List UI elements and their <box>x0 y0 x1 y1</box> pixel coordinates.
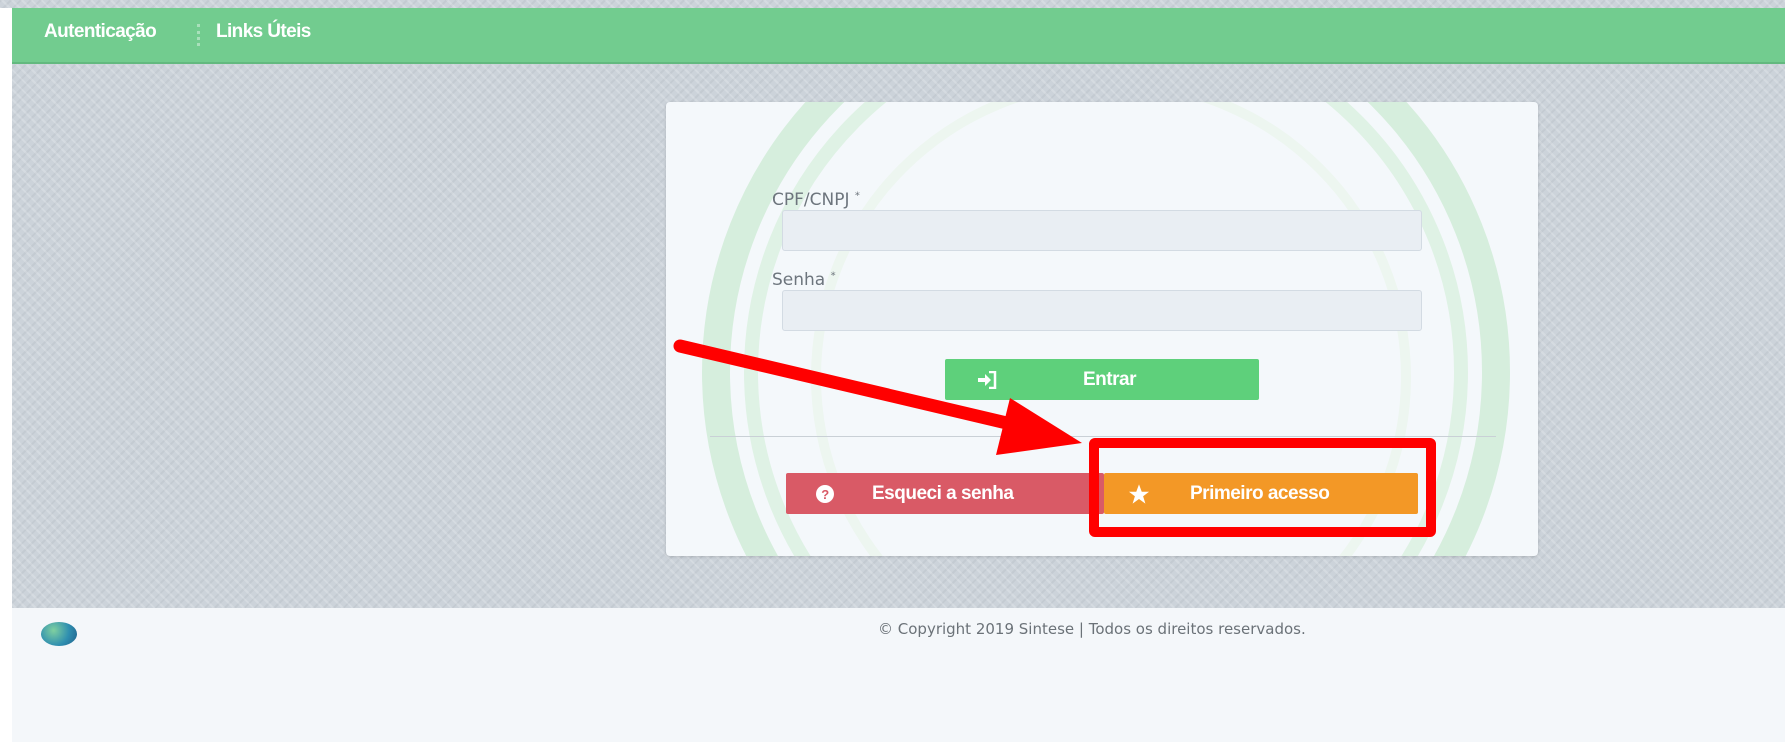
annotation-highlight-box <box>1089 438 1436 537</box>
footer: © Copyright 2019 Sintese | Todos os dire… <box>12 608 1785 742</box>
copyright-text: © Copyright 2019 Sintese | Todos os dire… <box>878 620 1306 638</box>
logo-icon <box>41 622 77 646</box>
